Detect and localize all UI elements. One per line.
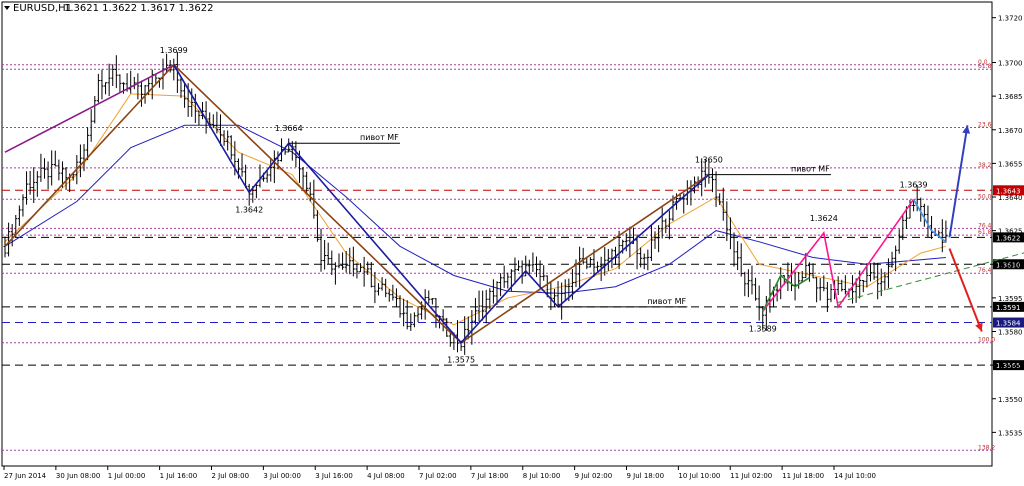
y-tick-label: 1.3580 [998,329,1023,337]
y-tick-label: 1.3595 [998,295,1023,303]
fib-label: 76.4 [978,267,992,274]
x-tick-label: 1 Jul 00:00 [108,472,146,480]
y-tick-label: 1.3700 [998,60,1023,68]
x-tick-label: 3 Jul 16:00 [315,472,353,480]
y-tick-label: 1.3640 [998,194,1023,202]
x-tick-label: 11 Jul 02:00 [730,472,772,480]
swing-label: 1.3664 [275,124,303,133]
level-price-label: 1.3591 [996,304,1021,312]
x-tick-label: 3 Jul 00:00 [263,472,301,480]
x-tick-label: 7 Jul 18:00 [471,472,509,480]
y-tick-label: 1.3720 [998,15,1023,23]
swing-label: 1.3639 [900,180,928,189]
x-tick-label: 10 Jul 10:00 [678,472,720,480]
y-tick-label: 1.3535 [998,429,1023,437]
swing-label: 1.3699 [160,46,188,55]
y-tick-label: 1.3685 [998,93,1023,101]
y-tick-label: 1.3625 [998,228,1023,236]
x-tick-label: 9 Jul 18:00 [627,472,665,480]
quote-label: 1.3621 1.3622 1.3617 1.3622 [64,3,214,14]
fib-label: 61.8 [978,229,992,236]
price-chart[interactable]: 1.36431.36221.36101.35911.35841.3565 0.0… [0,0,1024,482]
level-price-label: 1.3584 [996,320,1021,328]
swing-label: 1.3642 [235,206,263,215]
x-tick-label: 9 Jul 02:00 [575,472,613,480]
x-tick-label: 7 Jul 02:00 [419,472,457,480]
x-tick-label: 30 Jun 08:00 [56,472,100,480]
y-tick-label: 1.3610 [998,261,1023,269]
x-tick-label: 11 Jul 18:00 [782,472,824,480]
fib-label: 50.0 [978,193,992,200]
x-tick-label: 8 Jul 10:00 [523,472,561,480]
x-tick-label: 14 Jul 10:00 [834,472,876,480]
fib-label: 100.0 [978,337,995,344]
swing-label: 1.3575 [447,356,475,365]
swing-label: 1.3624 [810,214,838,223]
pivot-label: пивот MF [791,165,830,174]
x-tick-label: 4 Jul 08:00 [367,472,405,480]
x-tick-label: 1 Jul 16:00 [160,472,198,480]
y-tick-label: 1.3565 [998,362,1023,370]
chart-header: EURUSD,H1 1.3621 1.3622 1.3617 1.3622 [4,3,214,14]
fib-label: 138.2 [978,444,995,451]
pivot-label: пивот MF [647,297,686,306]
y-tick-label: 1.3655 [998,160,1023,168]
y-tick-label: 1.3550 [998,396,1023,404]
x-tick-label: 2 Jul 08:00 [212,472,250,480]
y-tick-label: 1.3670 [998,127,1023,135]
x-tick-label: 27 Jun 2014 [4,472,47,480]
swing-label: 1.3589 [749,324,777,333]
swing-label: 1.3650 [695,156,723,165]
fib-label: 23.6 [978,122,992,129]
chart-window[interactable]: 1.3643 1.3622 1.3610 1.3591 1.3584 1.3565 0.0… [0,0,1024,482]
pivot-label: пивот MF [360,133,399,142]
fib-label: 61.8 [978,63,992,70]
fib-label: 38.2 [978,162,992,169]
